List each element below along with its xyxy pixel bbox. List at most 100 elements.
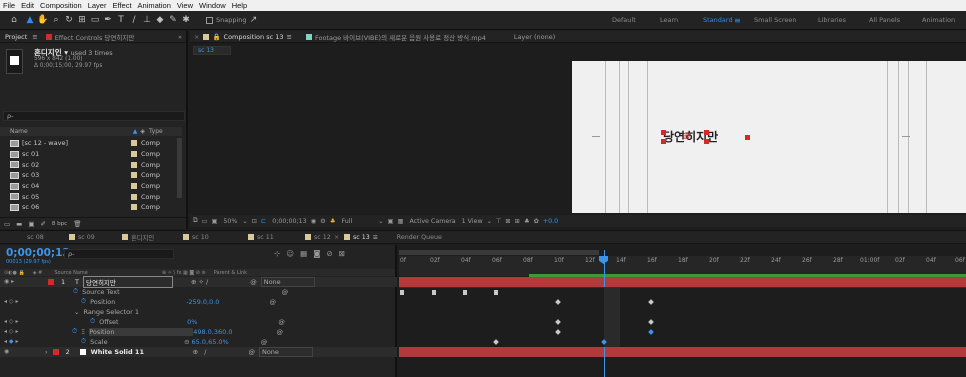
zoom-select[interactable]: 50% — [223, 218, 237, 225]
trash-icon[interactable]: 🗑 — [73, 220, 81, 228]
property-value[interactable]: -259.0,0.0 — [186, 298, 219, 306]
hand-tool-icon[interactable]: ✋ — [37, 14, 49, 26]
motion-blur-icon[interactable]: ◙ — [313, 249, 326, 258]
timecode-field[interactable]: 0;00;00;13 — [272, 218, 306, 225]
fast-previews-icon[interactable]: ⧉ — [193, 217, 198, 225]
close-tab-icon[interactable]: × — [334, 234, 344, 241]
pickwhip-icon[interactable]: @ — [250, 278, 257, 286]
lock-icon[interactable]: 🔒 — [212, 33, 220, 41]
timeline-graph[interactable] — [399, 245, 966, 377]
menu-view[interactable]: View — [174, 1, 196, 10]
new-folder-icon[interactable]: ▬ — [16, 220, 22, 228]
stopwatch-icon[interactable]: ⏱ — [72, 327, 77, 336]
roi-icon[interactable]: ▣ — [388, 218, 394, 225]
hold-keyframe[interactable] — [400, 290, 404, 295]
link-icon[interactable]: ⊝ — [184, 338, 189, 346]
workspace-animation[interactable]: Animation — [922, 11, 955, 30]
pickwhip-icon[interactable]: @ — [248, 348, 255, 356]
resolution-select[interactable]: Full — [341, 218, 352, 225]
snapping-checkbox[interactable] — [206, 16, 213, 24]
composition-canvas[interactable]: 당연히지만 ⊕ — [572, 61, 966, 213]
close-tab-icon[interactable]: × — [190, 33, 203, 41]
graph-view-icon[interactable]: ⊠ — [339, 249, 351, 258]
chevron-down-icon[interactable]: ⌄ — [242, 218, 247, 225]
parent-select[interactable]: None — [258, 346, 313, 357]
table-row[interactable]: ◉ ▸ 1 T 당연히지만 ⊕ ✧ / @ None — [0, 275, 397, 288]
bounding-handle[interactable] — [704, 139, 709, 144]
layer-name[interactable]: White Solid 11 — [91, 348, 192, 356]
menu-composition[interactable]: Composition — [37, 1, 85, 10]
menu-file[interactable]: File — [0, 1, 18, 10]
hold-keyframe[interactable] — [432, 290, 436, 295]
tab-sc-09[interactable]: sc 09 — [78, 234, 122, 241]
type-tool-icon[interactable]: T — [115, 14, 127, 26]
exposure-icon[interactable]: ✿ — [534, 218, 539, 225]
workspace-small-screen[interactable]: Small Screen — [754, 11, 796, 30]
pickwhip-icon[interactable]: @ — [282, 288, 289, 296]
zoom-tool-icon[interactable]: ⌕ — [50, 14, 62, 26]
settings-icon[interactable]: ✐ — [40, 220, 45, 228]
bounding-handle[interactable] — [704, 130, 709, 135]
property-value[interactable]: 498.0,360.0 — [193, 328, 232, 336]
menu-window[interactable]: Window — [196, 1, 229, 10]
tab-render-queue[interactable]: Render Queue — [397, 234, 442, 241]
property-value[interactable]: 0% — [187, 318, 197, 326]
comp-breadcrumb[interactable]: sc 13 — [193, 46, 231, 55]
pickwhip-icon[interactable]: @ — [269, 298, 276, 306]
menu-help[interactable]: Help — [229, 1, 250, 10]
list-item[interactable]: sc 02 Comp — [0, 159, 176, 170]
stopwatch-icon[interactable]: ⏱ — [73, 287, 78, 296]
stopwatch-icon[interactable]: ⏱ — [81, 337, 86, 346]
menu-effect[interactable]: Effect — [109, 1, 134, 10]
eraser-icon[interactable]: ◆ — [154, 14, 166, 26]
workspace-learn[interactable]: Learn — [660, 11, 678, 30]
network-icon[interactable]: ♣ — [524, 218, 530, 225]
draft-icon[interactable]: ⊠ — [505, 218, 510, 225]
col-type[interactable]: Type — [149, 128, 163, 135]
current-timecode[interactable]: 0;00;00;13 — [6, 247, 70, 259]
panel-menu-icon[interactable]: ≡ — [373, 234, 397, 241]
timeline-search-input[interactable]: ρ- — [64, 249, 174, 259]
sort-icon[interactable]: ▲ — [133, 128, 138, 135]
work-area-bar[interactable] — [399, 250, 599, 255]
pickwhip-icon[interactable]: @ — [278, 318, 285, 326]
menu-edit[interactable]: Edit — [18, 1, 37, 10]
anchor-point-icon[interactable]: ⊕ — [682, 131, 690, 142]
workspace-all-panels[interactable]: All Panels — [869, 11, 900, 30]
frame-blend-icon[interactable]: ▦ — [300, 249, 313, 258]
workspace-menu-icon[interactable]: ≡ — [734, 11, 741, 30]
hold-keyframe[interactable] — [463, 290, 467, 295]
workspace-libraries[interactable]: Libraries — [818, 11, 846, 30]
transparency-icon[interactable]: ▦ — [398, 218, 404, 225]
panel-menu-icon[interactable]: ≡ — [287, 33, 292, 41]
comp-text-layer[interactable]: 당연히지만 — [663, 128, 718, 145]
parent-select[interactable]: None — [260, 276, 315, 287]
selection-tool-icon[interactable]: ▲ — [24, 14, 36, 26]
tab-effect-controls[interactable]: Effect Controls 당연히지만 — [55, 32, 140, 42]
grid-icon[interactable]: ⊡ — [252, 218, 257, 225]
list-item[interactable]: [sc 12 - wave] Comp — [0, 138, 176, 149]
tab-layer[interactable]: Layer (none) — [509, 33, 560, 41]
shy-icon[interactable]: ☺ — [286, 249, 300, 258]
project-scrollbar[interactable] — [177, 138, 182, 198]
color-icon[interactable]: ♣ — [330, 218, 336, 225]
view-layout-select[interactable]: 1 View — [462, 218, 483, 225]
puppet-pin-icon[interactable]: ✱ — [180, 14, 192, 26]
menu-animation[interactable]: Animation — [135, 1, 174, 10]
pen-tool-icon[interactable]: ✒ — [102, 14, 114, 26]
exposure-value[interactable]: +0.0 — [543, 218, 558, 225]
keyframe-nav[interactable]: ◂ ◇ ▸ — [0, 318, 40, 325]
bounding-handle[interactable] — [661, 139, 666, 144]
panel-menu-icon[interactable]: ≡ — [32, 33, 37, 41]
tab-project[interactable]: Project — [0, 33, 32, 41]
layer-switch-icons[interactable]: ⊕ / — [193, 348, 207, 356]
monitor-icon[interactable]: ▭ — [202, 218, 208, 225]
region-icon[interactable]: ⊏ — [261, 218, 266, 225]
new-comp-icon[interactable]: ▣ — [28, 220, 34, 228]
pickwhip-icon[interactable]: @ — [261, 338, 268, 346]
hold-keyframe[interactable] — [494, 290, 498, 295]
chevron-right-icon[interactable]: › — [45, 348, 48, 356]
pickwhip-icon[interactable]: @ — [276, 328, 283, 336]
tab-design[interactable]: 혼디지인 — [131, 233, 183, 242]
bpc-label[interactable]: 8 bpc — [52, 221, 67, 227]
